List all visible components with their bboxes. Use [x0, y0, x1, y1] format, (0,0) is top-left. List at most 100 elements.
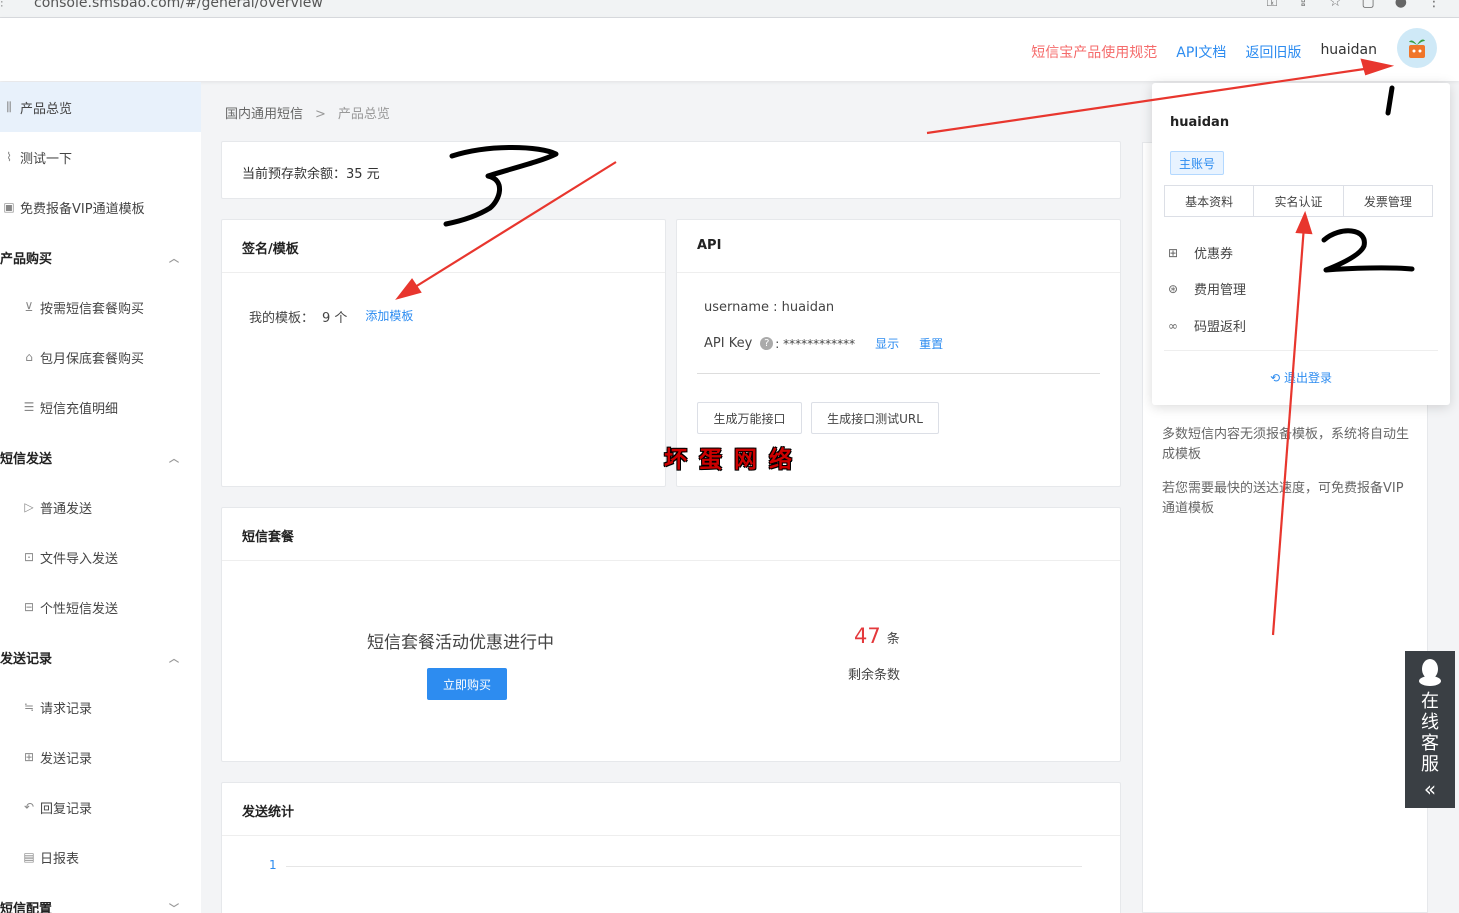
card-divider [222, 560, 1120, 561]
sidebar-item-daily-report[interactable]: ▤ 日报表 [0, 832, 201, 882]
tab-real-name-auth[interactable]: 实名认证 [1254, 186, 1344, 216]
sidebar-item-on-demand[interactable]: ⊻ 按需短信套餐购买 [0, 282, 201, 332]
sidebar-item-request-records[interactable]: ≒ 请求记录 [0, 682, 201, 732]
share-icon[interactable]: ⇪ [1297, 0, 1309, 10]
logout-label: 退出登录 [1283, 371, 1332, 385]
sidebar-item-label: 按需短信套餐购买 [40, 301, 145, 317]
info-text-2: 若您需要最快的送达速度，可免费报备VIP 通道模板 [1162, 481, 1404, 516]
stats-card: 发送统计 1 [221, 782, 1121, 913]
send-icon: ▷ [24, 500, 34, 514]
user-dropdown-menu: huaidan 主账号 基本资料 实名认证 发票管理 ⊞ 优惠券 ⊛ 费用管理 … [1152, 83, 1450, 405]
sidebar-item-overview[interactable]: ⫼ 产品总览 [0, 82, 201, 132]
sidebar-item-monthly[interactable]: ⌂ 包月保底套餐购买 [0, 332, 201, 382]
sidebar-item-test[interactable]: ⌇ 测试一下 [0, 132, 201, 182]
avatar[interactable] [1397, 28, 1437, 68]
sidebar-group-send[interactable]: 短信发送 ︿ [0, 432, 201, 482]
help-icon[interactable]: ? [760, 337, 774, 350]
bar-chart-icon: ⫼ [6, 99, 12, 114]
sidebar-item-label: 发送记录 [40, 751, 93, 767]
list-icon: ☰ [23, 400, 35, 414]
logout-icon: ⟲ [1270, 371, 1281, 385]
api-key-label: API Key [704, 336, 753, 351]
buy-now-button[interactable]: 立即购买 [427, 668, 507, 700]
sidebar-item-label: 短信充值明细 [40, 401, 119, 417]
tab-basic-info[interactable]: 基本资料 [1165, 186, 1255, 216]
menu-icon[interactable]: ⋮ [1427, 0, 1441, 10]
link-icon: ∞ [1168, 318, 1178, 333]
api-divider [697, 373, 1100, 374]
old-version-link[interactable]: 返回旧版 [1245, 42, 1301, 62]
sidebar-item-label: 文件导入发送 [40, 551, 119, 567]
main-account-tag: 主账号 [1170, 151, 1224, 175]
chevron-down-icon: ﹀ [169, 903, 179, 913]
sidebar-item-reply-records[interactable]: ↶ 回复记录 [0, 782, 201, 832]
info-text-1: 多数短信内容无须报备模板，系统将自动生成模板 [1162, 427, 1410, 462]
account-tabs: 基本资料 实名认证 发票管理 [1164, 185, 1433, 217]
logout-button[interactable]: ⟲ 退出登录 [1152, 369, 1450, 386]
menu-item-fees[interactable]: ⊛ 费用管理 [1166, 279, 1246, 299]
signature-card: 签名/模板 我的模板： 9 个 添加模板 [221, 219, 666, 487]
api-title: API [697, 238, 722, 253]
double-chevron-left-icon[interactable]: « [1424, 777, 1436, 801]
usage-rules-link[interactable]: 短信宝产品使用规范 [1031, 42, 1157, 62]
online-service-label: 在线客服 [1421, 691, 1439, 775]
reset-key-link[interactable]: 重置 [919, 335, 943, 352]
online-service-widget[interactable]: 在线客服 « [1405, 651, 1455, 808]
chevron-up-icon: ︿ [169, 653, 179, 665]
menu-item-rebate[interactable]: ∞ 码盟返利 [1166, 316, 1246, 336]
star-icon[interactable]: ☆ [1329, 0, 1342, 10]
qq-penguin-icon [1419, 659, 1441, 686]
top-header: 短信宝产品使用规范 API文档 返回旧版 huaidan [0, 18, 1459, 81]
sidebar-item-recharge[interactable]: ☰ 短信充值明细 [0, 382, 201, 432]
chevron-up-icon: ︿ [169, 253, 179, 265]
breadcrumb-root[interactable]: 国内通用短信 [225, 107, 303, 122]
sidebar-group-label: 短信发送 [0, 451, 53, 467]
sidebar-item-label: 包月保底套餐购买 [40, 351, 145, 367]
cart-icon: ⊻ [24, 300, 34, 314]
breadcrumb-current: 产品总览 [337, 107, 390, 122]
grid-line [286, 866, 1082, 867]
api-key-value: : ************ [775, 336, 856, 351]
api-docs-link[interactable]: API文档 [1176, 42, 1226, 62]
window-icon[interactable]: ▢ [1362, 0, 1375, 10]
sidebar-item-normal-send[interactable]: ▷ 普通发送 [0, 482, 201, 532]
browser-url-bar: ⫶ console.smsbao.com/#/general/overview … [0, 0, 1459, 18]
sidebar-group-label: 产品购买 [0, 251, 53, 267]
report-icon: ▤ [23, 850, 35, 864]
fee-icon: ⊛ [1167, 281, 1179, 296]
sidebar-item-file-send[interactable]: ⊡ 文件导入发送 [0, 532, 201, 582]
generate-test-url-button[interactable]: 生成接口测试URL [811, 402, 939, 434]
chevron-up-icon: ︿ [169, 453, 179, 465]
sidebar-item-label: 个性短信发送 [40, 601, 119, 617]
sidebar-item-send-records[interactable]: ⊞ 发送记录 [0, 732, 201, 782]
coupon-icon: ⊞ [1167, 245, 1179, 260]
sidebar-item-label: 测试一下 [20, 151, 73, 167]
sidebar-group-records[interactable]: 发送记录 ︿ [0, 632, 201, 682]
breadcrumb: 国内通用短信 > 产品总览 [225, 103, 390, 122]
avatar-icon [1409, 39, 1425, 58]
breadcrumb-separator: > [315, 107, 326, 122]
add-template-link[interactable]: 添加模板 [365, 307, 413, 326]
profile-icon[interactable]: ● [1395, 0, 1407, 10]
tab-invoice[interactable]: 发票管理 [1344, 186, 1432, 216]
sidebar-group-purchase[interactable]: 产品购买 ︿ [0, 232, 201, 282]
sidebar-item-label: 普通发送 [40, 501, 93, 517]
show-key-link[interactable]: 显示 [875, 335, 899, 352]
address-text[interactable]: console.smsbao.com/#/general/overview [34, 0, 323, 11]
remaining-count: 47 [854, 624, 881, 648]
my-templates-count: 9 个 [322, 311, 348, 326]
menu-item-coupons[interactable]: ⊞ 优惠券 [1166, 243, 1234, 263]
reply-icon: ↶ [23, 800, 35, 814]
sidebar-item-custom-send[interactable]: ⊟ 个性短信发送 [0, 582, 201, 632]
header-username[interactable]: huaidan [1320, 42, 1377, 62]
generate-universal-button[interactable]: 生成万能接口 [697, 402, 802, 434]
menu-item-label: 优惠券 [1194, 247, 1234, 262]
request-icon: ≒ [23, 700, 35, 714]
sidebar-group-config[interactable]: 短信配置 ﹀ [0, 882, 201, 913]
sidebar-item-vip-template[interactable]: ▣ 免费报备VIP通道模板 [0, 182, 201, 232]
signature-title: 签名/模板 [242, 242, 299, 257]
key-icon[interactable]: ⚿ [1267, 0, 1278, 10]
card-divider [222, 272, 665, 273]
custom-icon: ⊟ [23, 600, 35, 614]
remaining-label: 剩余条数 [848, 668, 901, 683]
